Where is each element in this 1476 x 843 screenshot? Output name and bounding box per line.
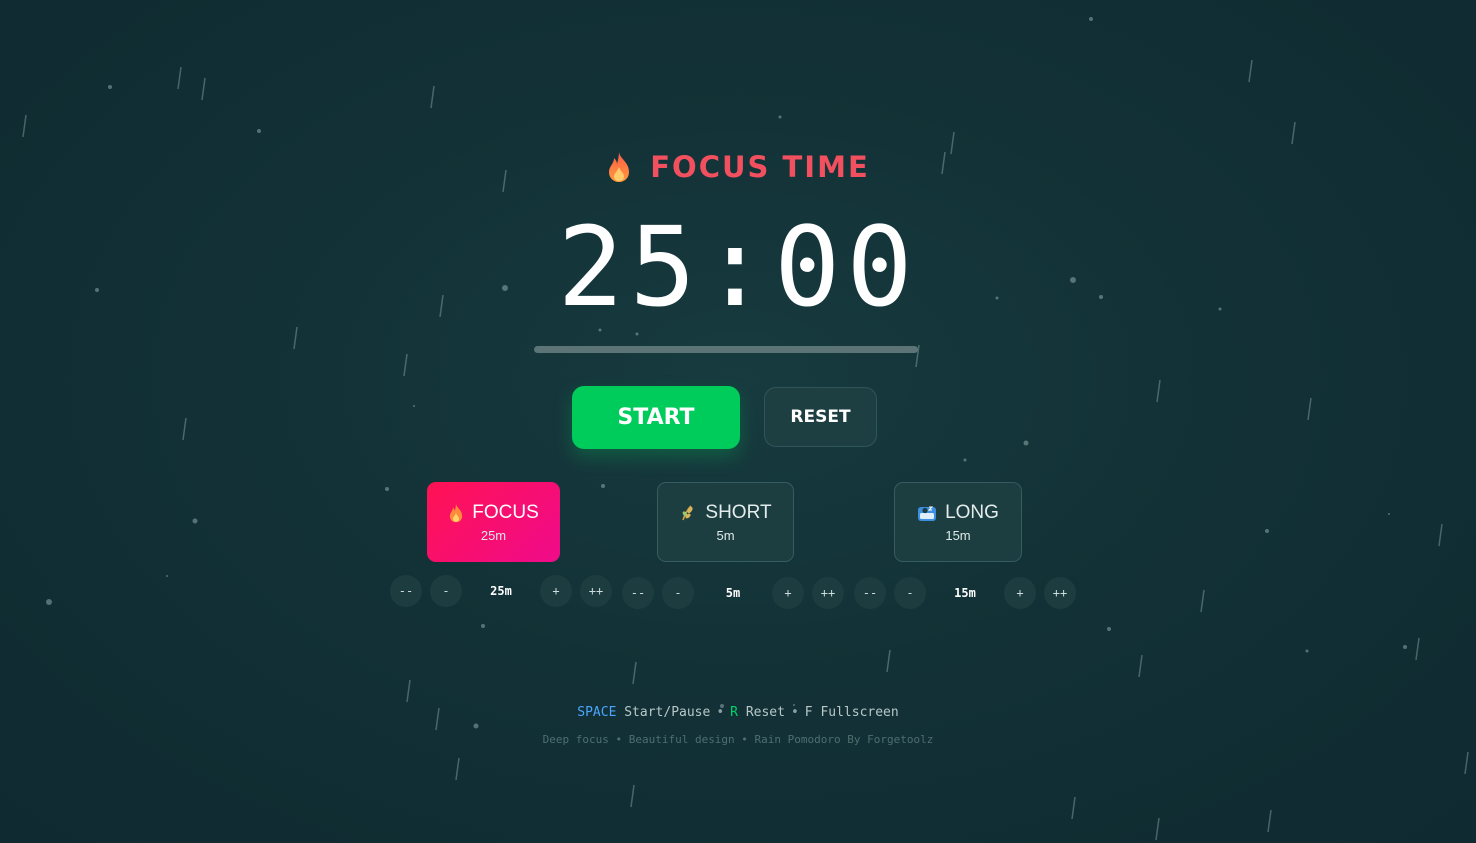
- rain-streak: [1155, 817, 1160, 841]
- separator: •: [716, 705, 725, 720]
- rain-drop: [963, 458, 967, 462]
- increase-button[interactable]: +: [772, 577, 804, 609]
- rain-streak: [630, 784, 635, 808]
- focus-duration-value: 25m: [490, 584, 512, 598]
- rain-streak: [632, 661, 637, 685]
- flame-icon: [609, 152, 630, 182]
- increase-big-button[interactable]: ++: [812, 577, 844, 609]
- rain-streak: [455, 757, 460, 781]
- rain-drop: [1089, 17, 1093, 21]
- keyboard-shortcuts: SPACE Start/Pause • R Reset • F Fullscreen: [0, 705, 1476, 720]
- mode-long-button[interactable]: LONG 15m: [894, 482, 1022, 562]
- decrease-button[interactable]: -: [894, 577, 926, 609]
- rain-drop: [481, 624, 485, 628]
- r-action: Reset: [745, 705, 785, 720]
- rain-drop: [108, 85, 112, 89]
- rain-streak: [430, 85, 435, 109]
- mode-focus-button[interactable]: FOCUS 25m: [427, 482, 560, 562]
- rain-streak: [1071, 796, 1076, 820]
- rain-streak: [886, 649, 891, 673]
- increase-big-button[interactable]: ++: [1044, 577, 1076, 609]
- rain-drop: [1023, 440, 1029, 446]
- rain-streak: [1415, 637, 1420, 661]
- rain-streak: [1156, 379, 1161, 403]
- mode-short-button[interactable]: SHORT 5m: [657, 482, 794, 562]
- rain-drop: [46, 599, 52, 605]
- short-duration-value: 5m: [725, 586, 741, 600]
- mode-duration: 15m: [945, 527, 971, 543]
- mode-duration: 5m: [716, 527, 735, 543]
- decrease-big-button[interactable]: --: [622, 577, 654, 609]
- long-duration-stepper: -- - 15m + ++: [854, 576, 1084, 610]
- short-duration-stepper: -- - 5m + ++: [622, 576, 852, 610]
- rain-drop: [635, 332, 639, 336]
- rain-streak: [1291, 121, 1296, 145]
- long-duration-value: 15m: [954, 586, 976, 600]
- leaf-icon: [682, 504, 693, 520]
- focus-duration-stepper: -- - 25m + ++: [390, 574, 620, 608]
- rain-streak: [1138, 654, 1143, 678]
- rain-streak: [1248, 59, 1253, 83]
- rain-streak: [201, 77, 206, 101]
- rain-drop: [385, 487, 389, 491]
- rain-streak: [403, 353, 408, 377]
- rain-streak: [177, 66, 182, 90]
- rain-drop: [473, 723, 479, 729]
- rain-drop: [1403, 645, 1407, 649]
- r-key: R: [730, 705, 738, 720]
- rain-drop: [166, 575, 168, 577]
- mode-label: LONG: [945, 501, 999, 523]
- rain-streak: [1464, 751, 1469, 775]
- sleep-icon: [918, 506, 937, 521]
- flame-icon: [450, 503, 463, 522]
- rain-drop: [413, 405, 415, 407]
- rain-drop: [1305, 649, 1309, 653]
- decrease-button[interactable]: -: [430, 575, 462, 607]
- rain-streak: [1307, 397, 1312, 421]
- page-title: FOCUS TIME: [650, 150, 870, 184]
- increase-button[interactable]: +: [1004, 577, 1036, 609]
- rain-streak: [182, 417, 187, 441]
- rain-drop: [1265, 529, 1269, 533]
- rain-drop: [1388, 513, 1390, 515]
- footer-text: Deep focus • Beautiful design • Rain Pom…: [542, 733, 934, 746]
- mode-label: FOCUS: [472, 501, 539, 523]
- rain-streak: [406, 679, 411, 703]
- space-key: SPACE: [577, 705, 617, 720]
- decrease-big-button[interactable]: --: [390, 575, 422, 607]
- space-action: Start/Pause: [624, 705, 711, 720]
- rain-drop: [192, 518, 198, 524]
- rain-streak: [1438, 523, 1443, 547]
- timer-display: 25:00: [557, 203, 919, 331]
- start-button[interactable]: START: [572, 386, 740, 449]
- rain-drop: [778, 115, 782, 119]
- decrease-big-button[interactable]: --: [854, 577, 886, 609]
- rain-drop: [257, 129, 261, 133]
- rain-streak: [1200, 589, 1205, 613]
- increase-button[interactable]: +: [540, 575, 572, 607]
- timer-progress-bar: [534, 346, 918, 353]
- decrease-button[interactable]: -: [662, 577, 694, 609]
- mode-duration: 25m: [480, 527, 507, 543]
- increase-big-button[interactable]: ++: [580, 575, 612, 607]
- rain-streak: [22, 114, 27, 138]
- mode-title: FOCUS TIME: [0, 150, 1476, 184]
- separator: •: [790, 705, 799, 720]
- rain-streak: [1267, 809, 1272, 833]
- mode-label: SHORT: [705, 501, 772, 523]
- rain-drop: [1107, 627, 1111, 631]
- f-key: F: [804, 705, 813, 720]
- reset-button[interactable]: RESET: [764, 387, 877, 447]
- f-action: Fullscreen: [820, 705, 899, 720]
- rain-drop: [601, 484, 605, 488]
- rain-streak: [293, 326, 298, 350]
